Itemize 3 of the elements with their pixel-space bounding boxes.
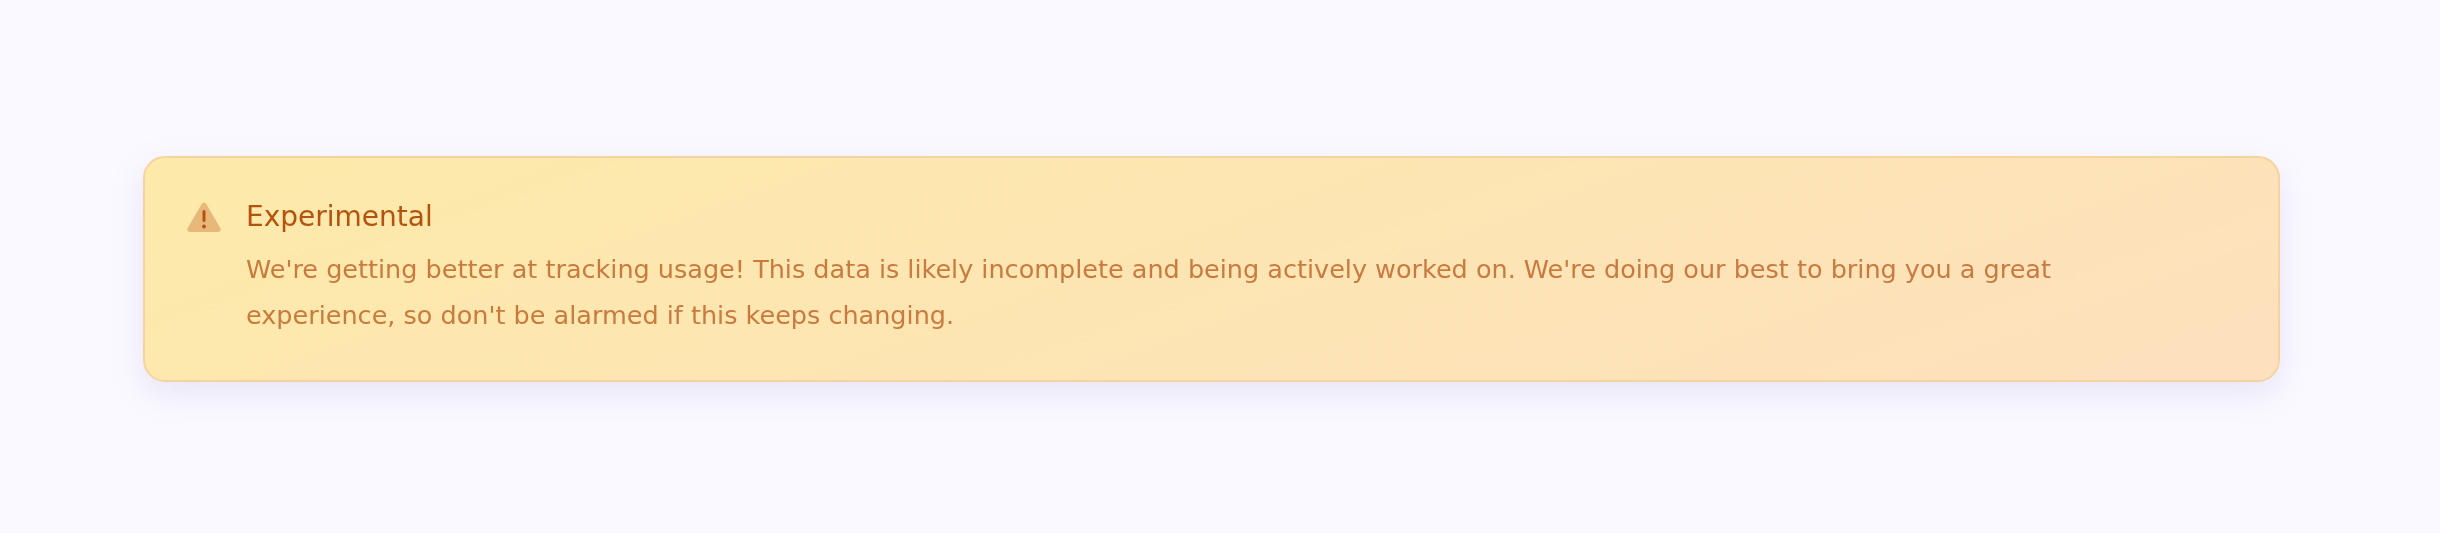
warning-icon [187,202,221,233]
alert-message: We're getting better at tracking usage! This data is likely incomplete and being actively worked on. We're doing our best to bring you a great experience, so don't be alarmed if this keeps changing. [246,253,2052,332]
alert-title: Experimental [246,200,434,234]
